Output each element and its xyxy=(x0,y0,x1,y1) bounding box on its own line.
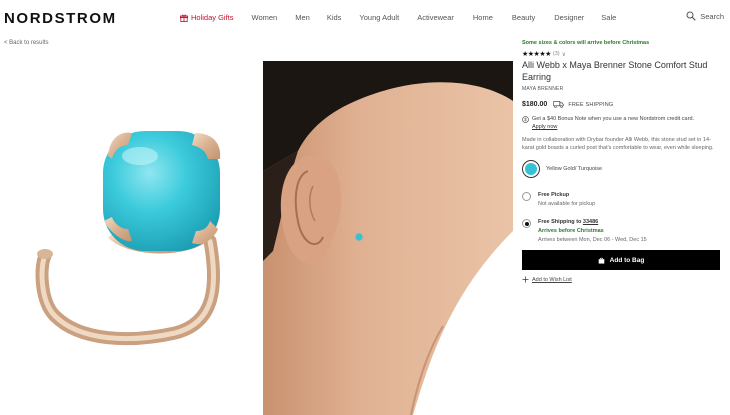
product-image[interactable] xyxy=(0,61,262,415)
color-swatch[interactable] xyxy=(522,160,540,178)
nav-item-kids[interactable]: Kids xyxy=(327,13,342,22)
price-row: $180.00 FREE SHIPPING xyxy=(522,101,722,108)
turquoise-swatch xyxy=(525,163,537,175)
free-shipping-label: FREE SHIPPING xyxy=(568,101,614,108)
bonus-note-offer: $ Get a $40 Bonus Note when you use a ne… xyxy=(522,115,722,131)
product-description: Made in collaboration with Drybar founde… xyxy=(522,137,714,151)
brand-link[interactable]: MAYA BRENNER xyxy=(522,86,722,92)
bag-icon xyxy=(598,257,604,264)
rating-row[interactable]: ★★★★★ (3) ∨ xyxy=(522,50,722,58)
site-header: NORDSTROM Holiday Gifts Women Men Kids Y… xyxy=(0,0,730,36)
nav-item-beauty[interactable]: Beauty xyxy=(512,13,535,22)
color-label: Yellow Gold/ Turquoise xyxy=(546,166,603,172)
plus-icon xyxy=(522,276,529,283)
shipping-radio[interactable] xyxy=(522,219,531,228)
delivery-dates: Arrives between Mon, Dec 06 - Wed, Dec 1… xyxy=(538,237,647,243)
nav-item-designer[interactable]: Designer xyxy=(554,13,584,22)
rating-count: (3) xyxy=(552,51,560,57)
pickup-title: Free Pickup xyxy=(538,192,570,198)
bonus-text: Get a $40 Bonus Note when you use a new … xyxy=(532,116,695,122)
wish-list-label: Add to Wish List xyxy=(532,276,572,283)
nav-item-men[interactable]: Men xyxy=(295,13,310,22)
nav-item-home[interactable]: Home xyxy=(473,13,493,22)
shipping-title-prefix: Free Shipping to xyxy=(538,219,582,225)
arrives-before-christmas: Arrives before Christmas xyxy=(538,228,604,234)
rating-stars: ★★★★★ xyxy=(522,51,551,58)
promo-message: Some sizes & colors will arrive before C… xyxy=(522,40,650,46)
search-button[interactable]: Search xyxy=(686,11,724,21)
color-swatch-row: Yellow Gold/ Turquoise xyxy=(522,160,722,178)
nav-item-women[interactable]: Women xyxy=(252,13,278,22)
shipping-title: Free Shipping to 33486 xyxy=(538,219,647,225)
dollar-icon: $ xyxy=(522,115,529,123)
add-to-bag-label: Add to Bag xyxy=(609,256,645,264)
nav-item-holiday-gifts[interactable]: Holiday Gifts xyxy=(180,13,234,22)
nav-item-young-adult[interactable]: Young Adult xyxy=(359,13,399,22)
product-title: Alli Webb x Maya Brenner Stone Comfort S… xyxy=(522,60,708,82)
nav-item-activewear[interactable]: Activewear xyxy=(417,13,454,22)
apply-now-link[interactable]: Apply now xyxy=(532,124,557,130)
shipping-option[interactable]: Free Shipping to 33486 Arrives before Ch… xyxy=(522,219,722,243)
gift-icon xyxy=(180,14,188,22)
search-icon xyxy=(686,11,696,21)
back-to-results-link[interactable]: < Back to results xyxy=(4,40,49,46)
model-illustration xyxy=(263,61,513,415)
pickup-sub: Not available for pickup xyxy=(538,201,596,207)
main-nav: Holiday Gifts Women Men Kids Young Adult… xyxy=(180,13,616,22)
search-label: Search xyxy=(700,11,724,21)
earring-illustration xyxy=(35,131,221,346)
nav-item-sale[interactable]: Sale xyxy=(601,13,616,22)
chevron-down-icon: ∨ xyxy=(561,51,567,58)
pickup-option[interactable]: Free Pickup Not available for pickup xyxy=(522,192,722,207)
nav-label: Holiday Gifts xyxy=(191,13,234,22)
price: $180.00 xyxy=(522,101,548,108)
add-to-wish-list-link[interactable]: Add to Wish List xyxy=(522,276,722,283)
add-to-bag-button[interactable]: Add to Bag xyxy=(522,250,720,270)
svg-text:$: $ xyxy=(524,117,527,122)
nordstrom-logo[interactable]: NORDSTROM xyxy=(4,10,117,27)
zip-code-link[interactable]: 33486 xyxy=(583,219,598,225)
pickup-radio[interactable] xyxy=(522,192,531,201)
product-info-panel: Some sizes & colors will arrive before C… xyxy=(522,40,722,283)
model-wearing-earring-image[interactable] xyxy=(263,61,513,415)
truck-icon xyxy=(553,101,564,108)
